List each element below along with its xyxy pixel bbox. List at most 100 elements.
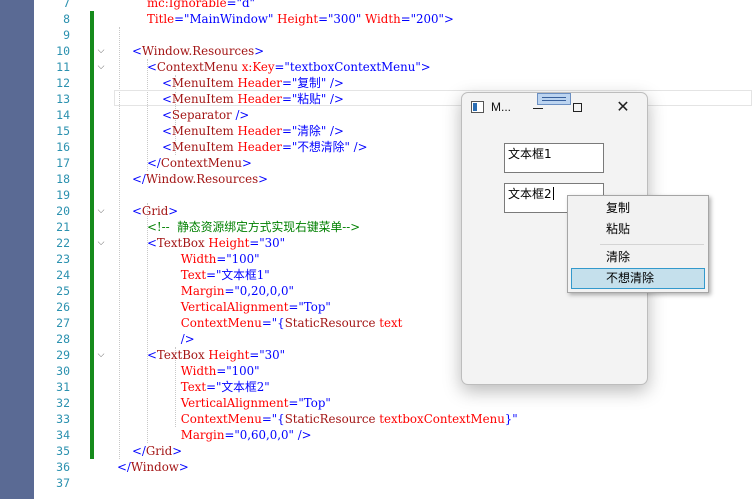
code-token: ="200"> <box>400 12 454 26</box>
code-line[interactable]: /> <box>117 331 195 347</box>
code-token: ="Top" <box>288 300 331 314</box>
code-line[interactable]: Text="文本框2" <box>117 379 270 395</box>
code-line[interactable]: </ContextMenu> <box>117 155 252 171</box>
code-token: Height <box>208 236 250 250</box>
code-token: <!-- 静态资源绑定方式实现右键菜单--> <box>147 220 361 234</box>
code-token: < <box>162 108 172 122</box>
code-token: MenuItem <box>171 140 238 154</box>
line-number: 8 <box>63 12 70 26</box>
code-line[interactable]: </Grid> <box>117 443 182 459</box>
change-bar <box>90 11 94 459</box>
line-number: 11 <box>56 60 70 74</box>
code-line[interactable]: ContextMenu="{StaticResource text <box>117 315 403 331</box>
code-line[interactable]: Text="文本框1" <box>117 267 270 283</box>
collapse-chevron-icon[interactable]: ⌵ <box>96 350 106 360</box>
code-token: ="清除" /> <box>281 124 344 138</box>
code-line[interactable]: </Window> <box>117 459 189 475</box>
code-line[interactable]: <TextBox Height="30" <box>117 347 285 363</box>
code-token: < <box>132 44 142 58</box>
code-line[interactable]: <!-- 静态资源绑定方式实现右键菜单--> <box>117 219 360 235</box>
line-number: 18 <box>56 172 70 186</box>
line-number: 21 <box>56 220 70 234</box>
code-token: Window <box>130 460 179 474</box>
code-token: </ <box>132 444 146 458</box>
code-token: Header <box>237 76 282 90</box>
code-token: Grid <box>145 444 173 458</box>
textbox-1[interactable]: 文本框1 <box>504 143 604 173</box>
code-token: ="文本框2" <box>206 380 270 394</box>
code-line[interactable]: <MenuItem Header="粘贴" /> <box>117 91 344 107</box>
app-window-icon <box>471 101 484 113</box>
collapse-chevron-icon[interactable]: ⌵ <box>96 206 106 216</box>
code-line[interactable]: <MenuItem Header="不想清除" /> <box>117 139 368 155</box>
menu-item-paste[interactable]: 粘贴 <box>571 219 705 240</box>
code-line[interactable]: <Window.Resources> <box>117 43 264 59</box>
code-token: ="0,20,0,0" <box>224 284 294 298</box>
code-line[interactable]: <Separator /> <box>117 107 249 123</box>
code-line[interactable]: Width="100" <box>117 251 260 267</box>
code-line[interactable]: <TextBox Height="30" <box>117 235 285 251</box>
code-token: ="d" <box>226 0 255 10</box>
code-token: Width <box>180 252 217 266</box>
menu-item-label: 清除 <box>606 250 631 264</box>
code-token: Window.Resources <box>141 44 255 58</box>
code-token: > <box>172 444 183 458</box>
code-line[interactable]: VerticalAlignment="Top" <box>117 299 331 315</box>
close-button[interactable]: ✕ <box>603 93 643 123</box>
code-token: > <box>178 460 189 474</box>
code-line[interactable]: </Window.Resources> <box>117 171 268 187</box>
code-token: ="{ <box>261 316 285 330</box>
line-number: 16 <box>56 140 70 154</box>
code-token: Height <box>208 348 250 362</box>
code-token: Header <box>237 92 282 106</box>
code-line[interactable]: Margin="0,60,0,0" /> <box>117 427 312 443</box>
code-token: ="粘贴" /> <box>281 92 344 106</box>
line-number: 25 <box>56 284 70 298</box>
menu-separator <box>600 244 704 245</box>
code-line[interactable]: <MenuItem Header="清除" /> <box>117 123 344 139</box>
context-menu[interactable]: 复制 粘贴 清除 不想清除 <box>567 195 709 293</box>
collapse-chevron-icon[interactable]: ⌵ <box>96 46 106 56</box>
code-token: StaticResource <box>284 412 380 426</box>
line-number: 36 <box>56 460 70 474</box>
line-number: 32 <box>56 396 70 410</box>
code-line[interactable]: VerticalAlignment="Top" <box>117 395 331 411</box>
code-token: ="MainWindow" <box>174 12 278 26</box>
code-token: Separator <box>171 108 232 122</box>
code-token: /> <box>180 332 195 346</box>
window-titlebar[interactable]: M... ✕ <box>462 93 647 123</box>
code-token: Text <box>180 268 207 282</box>
code-line[interactable]: <Grid> <box>117 203 178 219</box>
line-number: 34 <box>56 428 70 442</box>
line-number: 23 <box>56 252 70 266</box>
code-line[interactable]: Width="100" <box>117 363 260 379</box>
code-line[interactable]: <ContextMenu x:Key="textboxContextMenu"> <box>117 59 431 75</box>
code-token: < <box>147 60 157 74</box>
line-number: 15 <box>56 124 70 138</box>
menu-item-clear[interactable]: 清除 <box>571 247 705 268</box>
code-token: }" <box>504 412 518 426</box>
collapse-chevron-icon[interactable]: ⌵ <box>96 62 106 72</box>
editor-left-margin <box>0 0 34 499</box>
code-line[interactable]: Title="MainWindow" Height="300" Width="2… <box>117 11 454 27</box>
menu-item-label: 粘贴 <box>606 222 631 236</box>
menu-item-dont-clear[interactable]: 不想清除 <box>571 268 705 289</box>
textbox-1-text: 文本框1 <box>508 147 552 161</box>
code-line[interactable]: <MenuItem Header="复制" /> <box>117 75 344 91</box>
line-number: 37 <box>56 476 70 490</box>
code-token: ="文本框1" <box>206 268 270 282</box>
menu-item-copy[interactable]: 复制 <box>571 198 705 219</box>
collapse-chevron-icon[interactable]: ⌵ <box>96 238 106 248</box>
code-line[interactable]: Margin="0,20,0,0" <box>117 283 294 299</box>
code-line[interactable]: mc:Ignorable="d" <box>117 0 255 11</box>
maximize-button[interactable] <box>558 93 598 123</box>
code-line[interactable]: ContextMenu="{StaticResource textboxCont… <box>117 411 518 427</box>
